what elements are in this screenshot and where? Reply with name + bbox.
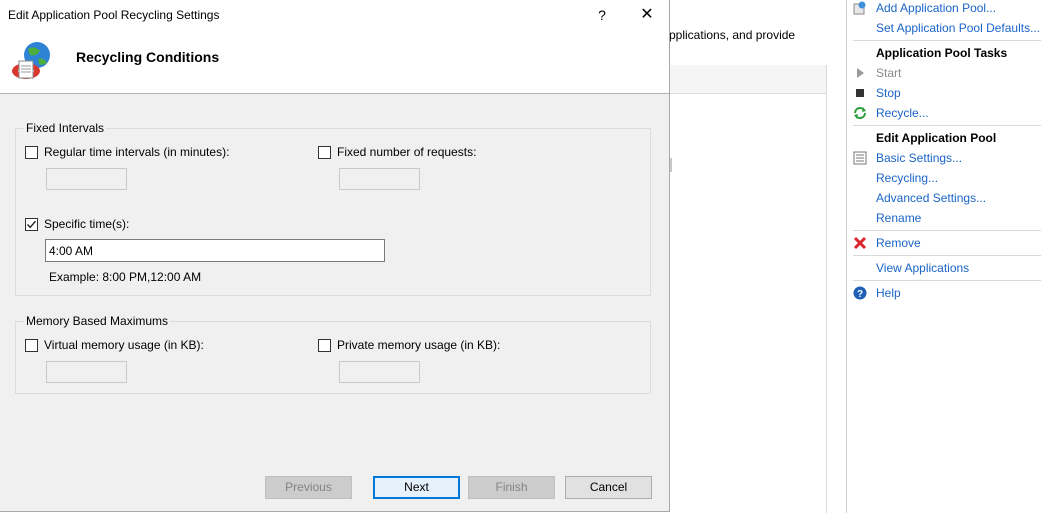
add-application-pool-link[interactable]: Add Application Pool... (876, 1, 996, 15)
add-pool-icon (853, 1, 866, 15)
recycling-globe-icon (12, 42, 50, 79)
specific-time-input[interactable] (45, 239, 385, 262)
recycle-icon (854, 107, 866, 119)
feature-description: pplications, and provide (669, 28, 796, 42)
help-icon: ? (853, 286, 867, 300)
memory-maximums-title: Memory Based Maximums (24, 314, 171, 328)
next-button[interactable]: Next (373, 476, 460, 499)
example-hint: Example: 8:00 PM,12:00 AM (49, 270, 202, 284)
cancel-button[interactable]: Cancel (565, 476, 652, 499)
dialog-titlebar[interactable]: Edit Application Pool Recycling Settings… (0, 0, 669, 30)
fixed-requests-input[interactable] (339, 168, 420, 190)
finish-button[interactable]: Finish (468, 476, 555, 499)
private-memory-checkbox[interactable] (318, 339, 331, 352)
stop-icon (856, 89, 864, 97)
virtual-memory-checkbox[interactable] (25, 339, 38, 352)
advanced-settings-link[interactable]: Advanced Settings... (876, 191, 986, 205)
recycle-action[interactable]: Recycle... (876, 106, 929, 120)
view-applications-link[interactable]: View Applications (876, 261, 969, 275)
specific-time-checkbox[interactable] (25, 218, 38, 231)
basic-settings-link[interactable]: Basic Settings... (876, 151, 962, 165)
pool-tasks-heading: Application Pool Tasks (876, 46, 1008, 60)
separator (853, 125, 1041, 126)
separator (853, 40, 1041, 41)
fixed-requests-label: Fixed number of requests: (337, 145, 477, 159)
regular-time-label: Regular time intervals (in minutes): (44, 145, 230, 159)
fixed-requests-checkbox[interactable] (318, 146, 331, 159)
page-title: Recycling Conditions (76, 49, 220, 65)
fixed-intervals-title: Fixed Intervals (24, 121, 107, 135)
rename-link[interactable]: Rename (876, 211, 921, 225)
edit-pool-heading: Edit Application Pool (876, 131, 997, 145)
close-button[interactable]: ✕ (632, 3, 662, 27)
help-button[interactable]: ? (590, 3, 614, 27)
regular-time-checkbox[interactable] (25, 146, 38, 159)
set-pool-defaults-link[interactable]: Set Application Pool Defaults... (876, 21, 1040, 35)
memory-maximums-group (15, 321, 651, 394)
help-link[interactable]: Help (876, 286, 901, 300)
private-memory-input[interactable] (339, 361, 420, 383)
regular-time-input[interactable] (46, 168, 127, 190)
start-action[interactable]: Start (876, 66, 901, 80)
stop-action[interactable]: Stop (876, 86, 901, 100)
specific-time-label: Specific time(s): (44, 217, 130, 231)
private-memory-label: Private memory usage (in KB): (337, 338, 501, 352)
virtual-memory-label: Virtual memory usage (in KB): (44, 338, 204, 352)
pane-divider[interactable] (826, 65, 827, 513)
checkmark-icon (26, 220, 37, 229)
wizard-banner: Recycling Conditions (0, 30, 669, 94)
list-header (669, 65, 826, 94)
separator (853, 255, 1041, 256)
separator (853, 230, 1041, 231)
previous-button[interactable]: Previous (265, 476, 352, 499)
settings-list-icon (853, 151, 867, 165)
remove-icon (853, 236, 867, 250)
play-icon (857, 68, 864, 78)
virtual-memory-input[interactable] (46, 361, 127, 383)
dialog-title: Edit Application Pool Recycling Settings (8, 8, 220, 22)
actions-pane: Add Application Pool... Set Application … (846, 0, 1044, 513)
recycling-link[interactable]: Recycling... (876, 171, 938, 185)
separator (853, 280, 1041, 281)
remove-link[interactable]: Remove (876, 236, 921, 250)
recycling-settings-dialog: Edit Application Pool Recycling Settings… (0, 0, 670, 512)
svg-text:?: ? (857, 289, 863, 300)
